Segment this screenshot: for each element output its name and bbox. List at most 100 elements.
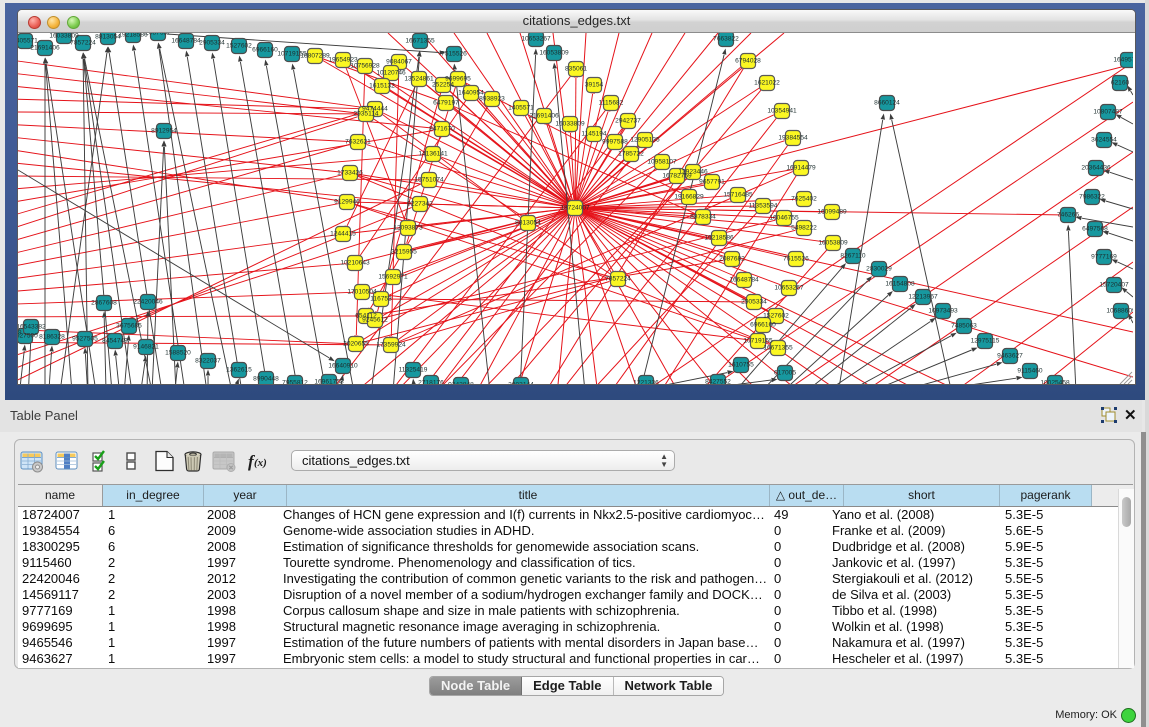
svg-text:7857224: 7857224 <box>605 276 631 283</box>
svg-text:10807487: 10807487 <box>1093 109 1123 116</box>
svg-text:10354941: 10354941 <box>767 108 797 115</box>
svg-text:746266: 746266 <box>1057 212 1079 219</box>
svg-text:7632621: 7632621 <box>345 139 371 146</box>
svg-text:7485063: 7485063 <box>951 323 977 330</box>
svg-text:10653267: 10653267 <box>521 36 551 43</box>
svg-text:16099489: 16099489 <box>817 209 847 216</box>
svg-text:16671355: 16671355 <box>405 38 435 45</box>
svg-text:2718176: 2718176 <box>418 380 444 386</box>
svg-text:1145194: 1145194 <box>581 131 607 138</box>
svg-text:7857224: 7857224 <box>70 40 96 47</box>
svg-text:8813054: 8813054 <box>515 220 541 227</box>
svg-text:15751074: 15751074 <box>414 177 444 184</box>
svg-text:19384554: 19384554 <box>778 135 808 142</box>
svg-text:2803144: 2803144 <box>508 382 534 386</box>
svg-text:8912954: 8912954 <box>151 128 177 135</box>
svg-text:8990448: 8990448 <box>253 376 279 383</box>
svg-text:6497568: 6497568 <box>1082 226 1108 233</box>
svg-text:9084067: 9084067 <box>386 59 412 66</box>
svg-text:9699695: 9699695 <box>445 76 471 83</box>
svg-text:10756928: 10756928 <box>350 63 380 70</box>
svg-text:2020655: 2020655 <box>343 341 369 348</box>
svg-text:3675685: 3675685 <box>116 323 142 330</box>
svg-text:14136141: 14136141 <box>418 151 448 158</box>
svg-text:835061: 835061 <box>565 66 587 73</box>
svg-text:9463627: 9463627 <box>997 353 1023 360</box>
svg-text:9146821: 9146821 <box>133 344 159 351</box>
svg-text:16046755: 16046755 <box>769 215 799 222</box>
svg-text:9129946: 9129946 <box>334 199 360 206</box>
svg-text:8878334: 8878334 <box>690 214 716 221</box>
svg-text:9115460: 9115460 <box>1017 368 1043 375</box>
svg-text:8938923: 8938923 <box>479 96 505 103</box>
svg-text:11353594: 11353594 <box>749 203 778 210</box>
svg-text:19166829: 19166829 <box>674 194 704 201</box>
svg-text:1405571: 1405571 <box>508 105 534 112</box>
svg-text:16648784: 16648784 <box>171 38 201 45</box>
svg-text:2942737: 2942737 <box>615 118 641 125</box>
svg-text:6479197: 6479197 <box>433 100 459 107</box>
svg-text:1244415: 1244415 <box>330 231 356 238</box>
svg-text:6966160: 6966160 <box>750 322 776 329</box>
svg-text:9245612: 9245612 <box>362 317 388 324</box>
svg-text:7955812: 7955812 <box>282 380 308 386</box>
svg-text:19218586: 19218586 <box>704 235 734 242</box>
svg-text:252254: 252254 <box>432 82 454 89</box>
svg-text:9242848: 9242848 <box>448 382 474 386</box>
svg-text:6966160: 6966160 <box>252 47 278 54</box>
svg-text:10025458: 10025458 <box>1040 380 1070 386</box>
svg-text:1527602: 1527602 <box>763 313 789 320</box>
svg-text:16914479: 16914479 <box>786 165 816 172</box>
svg-text:12975115: 12975115 <box>971 338 1000 345</box>
svg-text:21691406: 21691406 <box>529 113 559 120</box>
svg-text:1527602: 1527602 <box>226 43 252 50</box>
svg-text:10210643: 10210643 <box>340 260 370 267</box>
svg-text:9527505: 9527505 <box>72 336 98 343</box>
svg-text:5498222: 5498222 <box>791 225 817 232</box>
svg-text:9657791: 9657791 <box>699 179 725 186</box>
svg-text:1610755: 1610755 <box>728 362 754 369</box>
svg-text:16543382: 16543382 <box>18 324 46 331</box>
svg-text:11325419: 11325419 <box>399 367 428 374</box>
svg-text:1615132: 1615132 <box>369 83 395 90</box>
svg-text:3624554: 3624554 <box>1091 137 1117 144</box>
svg-text:1588520: 1588520 <box>165 350 191 357</box>
svg-text:16671355: 16671355 <box>763 345 793 352</box>
svg-text:2905334: 2905334 <box>199 40 225 47</box>
svg-text:(x): (x) <box>254 457 267 469</box>
svg-text:12213967: 12213967 <box>908 294 938 301</box>
svg-text:9777169: 9777169 <box>1091 254 1117 261</box>
svg-text:7515526: 7515526 <box>441 51 467 58</box>
svg-text:9227342: 9227342 <box>407 201 433 208</box>
svg-text:10973493: 10973493 <box>928 308 958 315</box>
svg-text:10719155: 10719155 <box>743 338 773 345</box>
svg-text:15716485: 15716485 <box>723 192 753 199</box>
svg-text:8186328: 8186328 <box>39 334 65 341</box>
svg-text:2087682: 2087682 <box>145 33 171 37</box>
svg-text:9527500: 9527500 <box>18 333 38 340</box>
svg-text:62160: 62160 <box>1111 80 1130 87</box>
svg-text:1733426: 1733426 <box>337 170 363 177</box>
svg-text:22420046: 22420046 <box>133 299 163 306</box>
svg-text:8322037: 8322037 <box>195 358 221 365</box>
svg-text:39154: 39154 <box>585 82 604 89</box>
svg-text:2087682: 2087682 <box>719 256 745 263</box>
svg-text:10688609: 10688609 <box>1106 308 1133 315</box>
svg-text:10958107: 10958107 <box>647 159 677 166</box>
svg-text:6794028: 6794028 <box>735 58 761 65</box>
svg-text:8813054: 8813054 <box>95 34 121 41</box>
svg-text:116753: 116753 <box>370 296 392 303</box>
svg-text:12093873: 12093873 <box>393 225 423 232</box>
svg-text:2905334: 2905334 <box>741 299 767 306</box>
svg-text:8454749: 8454749 <box>102 338 128 345</box>
svg-text:1621022: 1621022 <box>754 80 780 87</box>
svg-text:7986322: 7986322 <box>1079 194 1105 201</box>
svg-text:18724007: 18724007 <box>560 205 590 212</box>
svg-text:15692971: 15692971 <box>378 274 408 281</box>
svg-text:9997588: 9997588 <box>602 139 628 146</box>
svg-text:16053809: 16053809 <box>539 50 569 57</box>
svg-text:16640910: 16640910 <box>328 363 358 370</box>
svg-text:2867608: 2867608 <box>91 300 117 307</box>
svg-text:1221336: 1221336 <box>633 380 659 386</box>
svg-text:7515526: 7515526 <box>783 256 809 263</box>
